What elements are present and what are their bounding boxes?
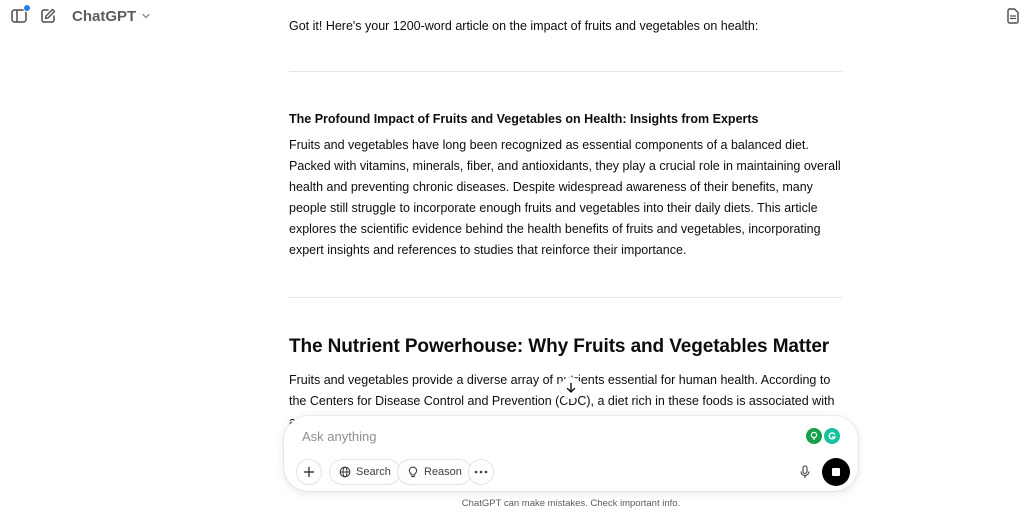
grammar-extension-button[interactable]	[806, 428, 822, 444]
prompt-input[interactable]	[302, 426, 782, 446]
disclaimer: ChatGPT can make mistakes. Check importa…	[461, 498, 681, 509]
globe-icon	[339, 466, 351, 478]
new-chat-icon	[41, 8, 56, 23]
section-heading: The Nutrient Powerhouse: Why Fruits and …	[289, 336, 830, 357]
stop-generating-button[interactable]	[822, 458, 850, 486]
microphone-icon	[800, 465, 810, 478]
notification-dot	[23, 4, 31, 12]
chevron-down-icon	[142, 13, 150, 19]
dictate-button[interactable]	[792, 459, 818, 485]
model-name: ChatGPT	[72, 7, 137, 25]
notes-button[interactable]	[1003, 6, 1023, 26]
composer: Search Reason	[284, 416, 858, 491]
lightbulb-extension-icon	[810, 431, 818, 440]
new-chat-button[interactable]	[38, 6, 58, 26]
lightbulb-icon	[408, 466, 418, 478]
reason-label: Reason	[424, 466, 462, 478]
add-attachment-button[interactable]	[296, 459, 322, 485]
sidebar-toggle-button[interactable]	[9, 4, 31, 26]
scroll-to-bottom-button[interactable]	[560, 377, 582, 399]
stop-icon	[832, 468, 840, 476]
search-button[interactable]: Search	[329, 459, 401, 485]
notes-icon	[1007, 8, 1019, 24]
grammarly-button[interactable]	[824, 428, 840, 444]
message-intro: Got it! Here's your 1200-word article on…	[289, 19, 759, 33]
divider	[289, 297, 842, 298]
article-paragraph: Fruits and vegetables have long been rec…	[289, 138, 841, 257]
grammarly-icon	[828, 432, 837, 440]
search-label: Search	[356, 466, 391, 478]
more-icon	[474, 470, 488, 474]
model-switcher[interactable]: ChatGPT	[64, 4, 159, 28]
scroll-down-arrow-icon	[566, 382, 576, 393]
more-tools-button[interactable]	[468, 459, 494, 485]
plus-icon	[303, 466, 315, 478]
divider	[289, 71, 842, 72]
reason-button[interactable]: Reason	[397, 459, 472, 485]
extension-icons	[806, 428, 840, 444]
article-title: The Profound Impact of Fruits and Vegeta…	[289, 112, 759, 126]
